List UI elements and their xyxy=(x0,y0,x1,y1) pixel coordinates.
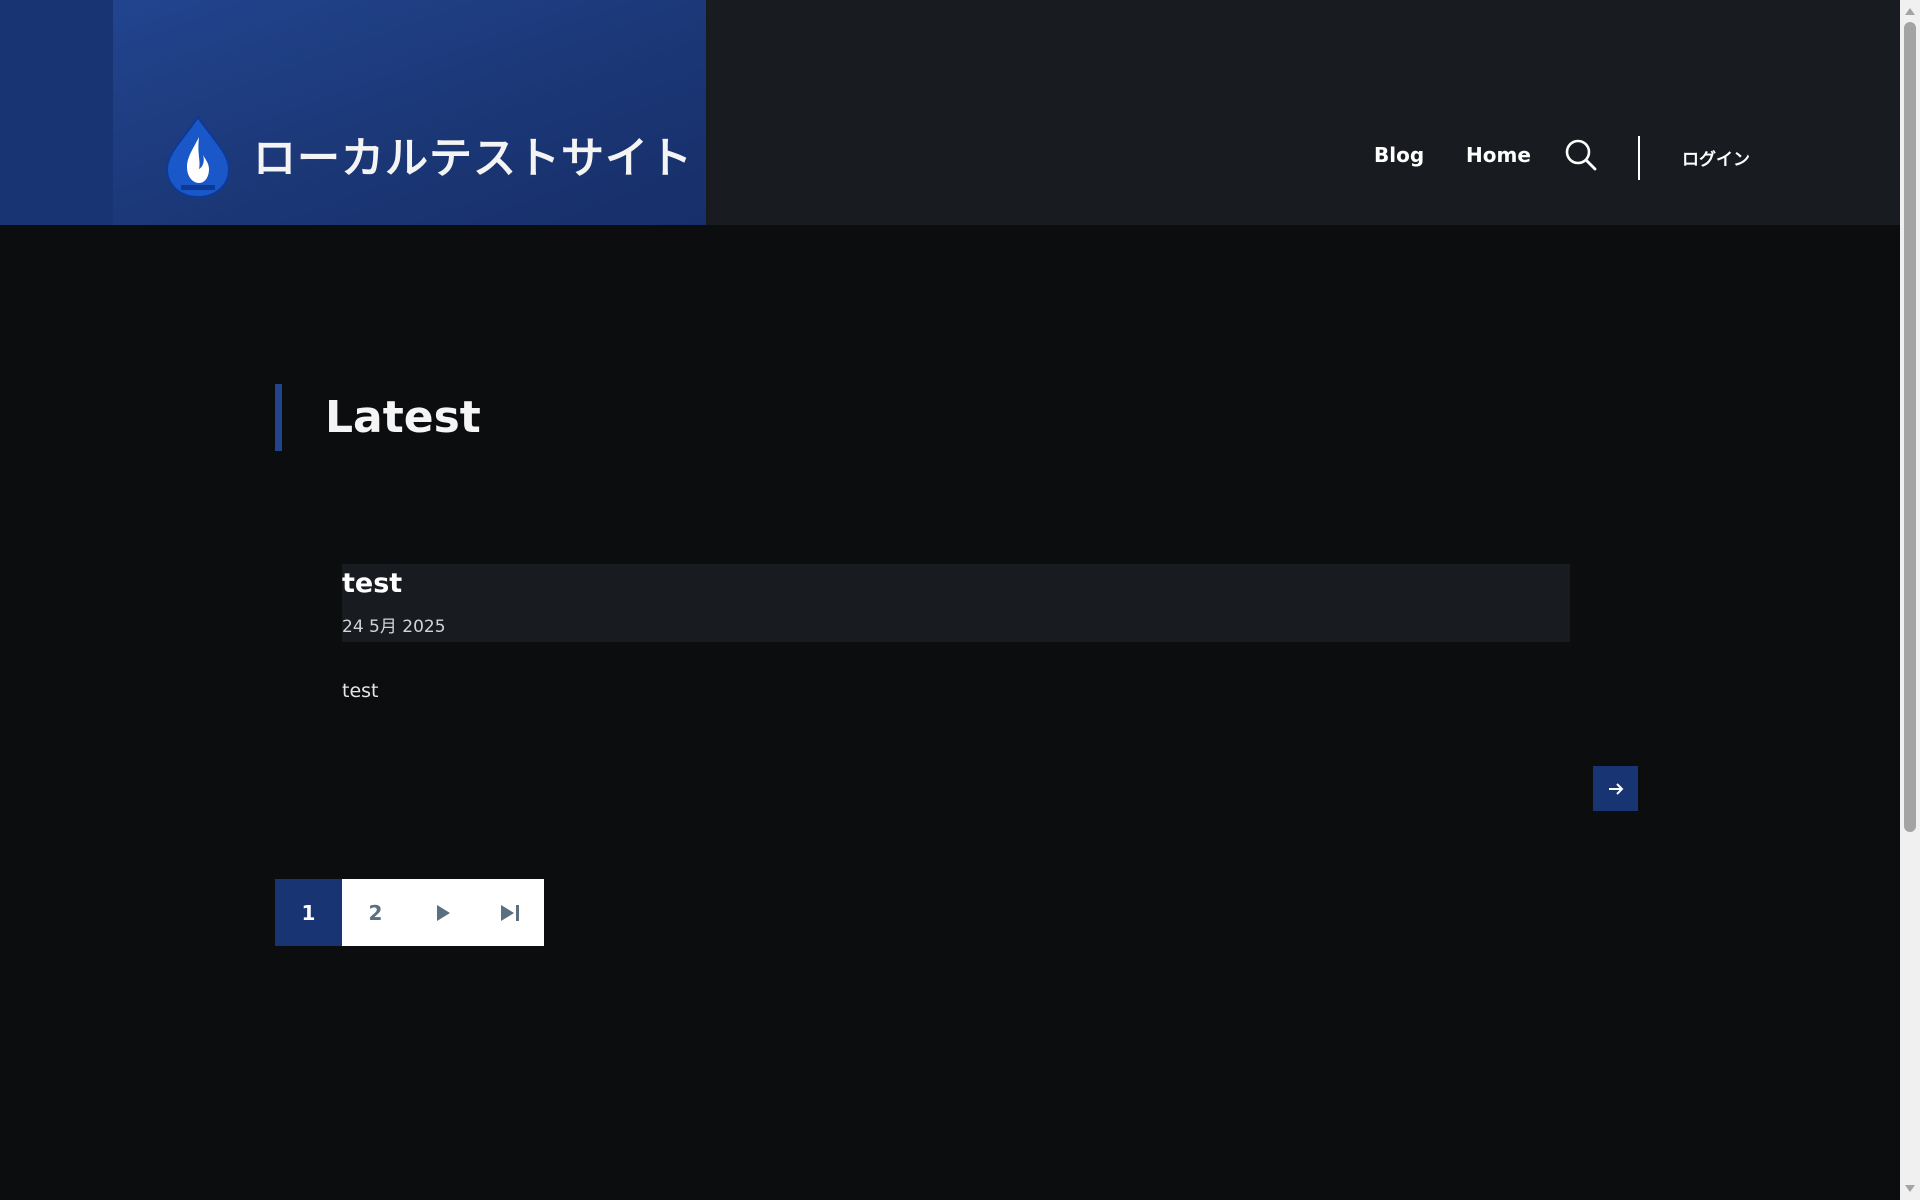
arrow-right-icon xyxy=(1608,782,1623,795)
site-header: ローカルテストサイト Blog Home ログイン xyxy=(0,0,1900,225)
nav-link-home[interactable]: Home xyxy=(1466,143,1531,167)
article-date: 24 5月 2025 xyxy=(342,617,446,637)
vertical-scrollbar[interactable] xyxy=(1900,0,1920,1200)
section-heading: Latest xyxy=(275,384,481,451)
search-button[interactable] xyxy=(1564,138,1598,172)
page: ローカルテストサイト Blog Home ログイン Latest test 24… xyxy=(0,0,1920,1200)
pager-last[interactable] xyxy=(476,879,544,946)
scroll-down-arrow-icon[interactable] xyxy=(1905,1185,1915,1192)
pager-item-2[interactable]: 2 xyxy=(342,879,409,946)
flame-droplet-logo[interactable] xyxy=(163,115,233,199)
play-next-icon xyxy=(436,904,450,921)
nav-divider xyxy=(1638,136,1640,180)
article-title[interactable]: test xyxy=(342,564,1570,602)
section-title: Latest xyxy=(325,392,481,443)
pager: 1 2 xyxy=(275,879,544,946)
article-teaser: test 24 5月 2025 test xyxy=(342,564,1638,702)
scroll-up-arrow-icon[interactable] xyxy=(1905,8,1915,15)
pager-next[interactable] xyxy=(409,879,476,946)
read-more-button[interactable] xyxy=(1593,766,1638,811)
main-navigation: Blog Home ログイン xyxy=(1350,0,1890,225)
article-header: test 24 5月 2025 xyxy=(342,564,1570,642)
branding: ローカルテストサイト xyxy=(113,0,706,225)
pager-item-current[interactable]: 1 xyxy=(275,879,342,946)
header-accent-strip xyxy=(0,0,113,225)
site-name[interactable]: ローカルテストサイト xyxy=(253,124,693,186)
article-summary: test xyxy=(342,680,379,702)
nav-link-blog[interactable]: Blog xyxy=(1374,143,1424,167)
login-link[interactable]: ログイン xyxy=(1682,145,1750,170)
search-icon xyxy=(1565,139,1597,171)
skip-last-icon xyxy=(501,904,519,921)
scroll-thumb[interactable] xyxy=(1904,22,1916,832)
